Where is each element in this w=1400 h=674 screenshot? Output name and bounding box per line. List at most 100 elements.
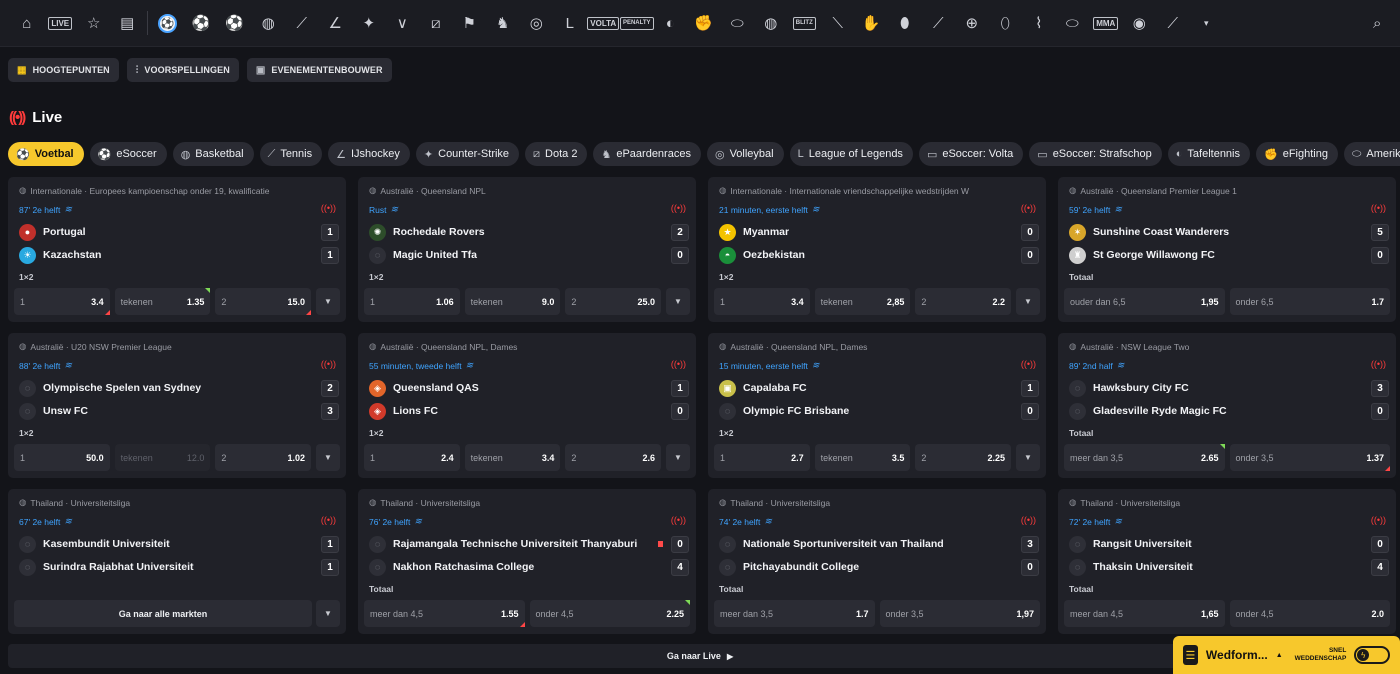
home-team-row[interactable]: ◌ Hawksbury City FC 3 [1069,379,1389,397]
odds-button[interactable]: 1 3.4 [14,288,110,315]
odds-button[interactable]: 2 15.0 [215,288,312,315]
expand-button[interactable]: ▼ [316,288,341,315]
odds-button[interactable]: 1 50.0 [14,444,110,471]
match-card[interactable]: ◍ Australië · Queensland NPL, Dames 15 min… [708,333,1046,478]
odds-button[interactable]: 1 3.4 [714,288,810,315]
league-of-legends-icon[interactable]: L [553,0,587,47]
odds-button[interactable]: onder 4,5 2.0 [1229,600,1390,627]
match-card[interactable]: ◍ Thailand · Universiteitsliga 74' 2e helf… [708,489,1046,634]
home-team-row[interactable]: ● Portugal 1 [19,223,339,241]
football-icon[interactable]: ⚽ [151,0,185,47]
match-card[interactable]: ◍ Thailand · Universiteitsliga 72' 2e helf… [1058,489,1396,634]
sport-chip-league-of-legends[interactable]: L League of Legends [789,142,913,166]
odds-button[interactable]: meer dan 4,5 1,65 [1064,600,1225,627]
sport-chip-voetbal[interactable]: ⚽ Voetbal [8,142,84,166]
betslip-bar[interactable]: ☰ Wedform... ▲ SNEL WEDDENSCHAP ϟ [1173,636,1400,674]
odds-button[interactable]: tekenen 3.4 [464,444,561,471]
sport-chip-esoccer-strafschop[interactable]: ▭ eSoccer: Strafschop [1029,142,1162,166]
home-team-row[interactable]: ✺ Rochedale Rovers 2 [369,223,689,241]
dota2-icon[interactable]: ⧄ [419,0,453,47]
quick-bet-toggle[interactable]: ϟ [1354,646,1390,664]
away-team-row[interactable]: ◌ Unsw FC 3 [19,402,339,420]
chevron-down-icon[interactable]: ▾ [1190,0,1224,47]
away-team-row[interactable]: ◓ Oezbekistan 0 [719,246,1039,264]
snooker-icon[interactable]: ◉ [1123,0,1157,47]
tab-highlights[interactable]: ▦ HOOGTEPUNTEN [8,58,119,82]
horse-racing-icon[interactable]: ♞ [486,0,520,47]
odds-button[interactable]: 2 2.2 [915,288,1012,315]
esoccer-penalty-icon[interactable]: PENALTY [619,0,654,47]
soccer-icon[interactable]: ⚽ [185,0,219,47]
away-team-row[interactable]: ◌ Surindra Rajabhat Universiteit 1 [19,558,339,576]
away-team-row[interactable]: ☀ Kazachstan 1 [19,246,339,264]
sport-chip-dota2[interactable]: ⧄ Dota 2 [525,142,588,166]
mma-icon[interactable]: MMA [1089,0,1123,47]
home-icon[interactable]: ⌂ [10,0,44,47]
odds-button[interactable]: tekenen 12.0 [114,444,211,471]
odds-button[interactable]: 2 2.6 [565,444,662,471]
baseball-icon[interactable]: ⬯ [989,0,1023,47]
odds-button[interactable]: ouder dan 6,5 1,95 [1064,288,1225,315]
odds-button[interactable]: 1 2.4 [364,444,460,471]
home-team-row[interactable]: ◌ Kasembundit Universiteit 1 [19,535,339,553]
odds-button[interactable]: tekenen 2,85 [814,288,911,315]
match-card[interactable]: ◍ Australië · Queensland Premier League 1… [1058,177,1396,322]
sport-chip-tafeltennis[interactable]: ◐ Tafeltennis [1167,142,1250,166]
betslip-history-icon[interactable]: ▤ [111,0,145,47]
valorant-icon[interactable]: ∨ [386,0,420,47]
odds-button[interactable]: tekenen 9.0 [464,288,561,315]
odds-button[interactable]: onder 3,5 1.37 [1229,444,1390,471]
expand-button[interactable]: ▼ [316,600,340,627]
match-card[interactable]: ◍ Internationale · Internationale vriends… [708,177,1046,322]
all-markets-button[interactable]: Ga naar alle markten [14,600,312,627]
odds-button[interactable]: tekenen 1.35 [114,288,211,315]
home-team-row[interactable]: ◌ Nationale Sportuniversiteit van Thailan… [719,535,1039,553]
sport-chip-efighting[interactable]: ✊ eFighting [1256,142,1338,166]
expand-button[interactable]: ▼ [1016,444,1041,471]
odds-button[interactable]: onder 3,5 1,97 [879,600,1040,627]
sport-chip-esoccer-volta[interactable]: ▭ eSoccer: Volta [918,142,1024,166]
hockey-icon[interactable]: ∠ [319,0,353,47]
cricket-icon[interactable]: ⟍ [821,0,855,47]
home-team-row[interactable]: ✶ Sunshine Coast Wanderers 5 [1069,223,1389,241]
volleyball-icon[interactable]: ◎ [520,0,554,47]
odds-button[interactable]: meer dan 3,5 2.65 [1064,444,1225,471]
home-team-row[interactable]: ◌ Rangsit Universiteit 0 [1069,535,1389,553]
odds-button[interactable]: 1 1.06 [364,288,460,315]
home-team-row[interactable]: ◌ Olympische Spelen van Sydney 2 [19,379,339,397]
odds-button[interactable]: onder 6,5 1.7 [1229,288,1390,315]
odds-button[interactable]: 1 2.7 [714,444,810,471]
american-football-2-icon[interactable]: ⬭ [1056,0,1090,47]
sport-chip-ijshockey[interactable]: ∠ IJshockey [328,142,410,166]
sport-chip-amerikaans[interactable]: ⬭ Amerikaans [1343,142,1400,166]
esoccer-icon[interactable]: ⚽ [218,0,252,47]
match-card[interactable]: ◍ Thailand · Universiteitsliga 67' 2e helf… [8,489,346,634]
sport-chip-basketbal[interactable]: ◍ Basketbal [172,142,254,166]
darts-icon[interactable]: ⊕ [955,0,989,47]
odds-button[interactable]: 2 25.0 [565,288,662,315]
sport-chip-epaardenraces[interactable]: ♞ ePaardenraces [593,142,701,166]
away-team-row[interactable]: ◈ Lions FC 0 [369,402,689,420]
american-football-icon[interactable]: ⬭ [721,0,755,47]
counter-strike-icon[interactable]: ✦ [352,0,386,47]
away-team-row[interactable]: ♜ St George Willawong FC 0 [1069,246,1389,264]
match-card[interactable]: ◍ Internationale · Europees kampioenschap… [8,177,346,322]
expand-button[interactable]: ▼ [1016,288,1041,315]
table-tennis-icon[interactable]: ◐ [654,0,688,47]
badminton-icon[interactable]: BLITZ [788,0,822,47]
tab-predictions[interactable]: ⫶ VOORSPELLINGEN [126,58,239,82]
away-team-row[interactable]: ◌ Nakhon Ratchasima College 4 [369,558,689,576]
sport-chip-counter-strike[interactable]: ✦ Counter-Strike [415,142,520,166]
home-team-row[interactable]: ▣ Capalaba FC 1 [719,379,1039,397]
basketball-icon[interactable]: ◍ [252,0,286,47]
odds-button[interactable]: tekenen 3.5 [814,444,911,471]
expand-button[interactable]: ▼ [316,444,341,471]
home-team-row[interactable]: ◈ Queensland QAS 1 [369,379,689,397]
efighting-icon[interactable]: ✊ [687,0,721,47]
home-team-row[interactable]: ★ Myanmar 0 [719,223,1039,241]
handball-icon[interactable]: ✋ [855,0,889,47]
match-card[interactable]: ◍ Australië · U20 NSW Premier League 88' 2… [8,333,346,478]
away-team-row[interactable]: ◌ Thaksin Universiteit 4 [1069,558,1389,576]
away-team-row[interactable]: ◌ Pitchayabundit College 0 [719,558,1039,576]
away-team-row[interactable]: ◌ Olympic FC Brisbane 0 [719,402,1039,420]
